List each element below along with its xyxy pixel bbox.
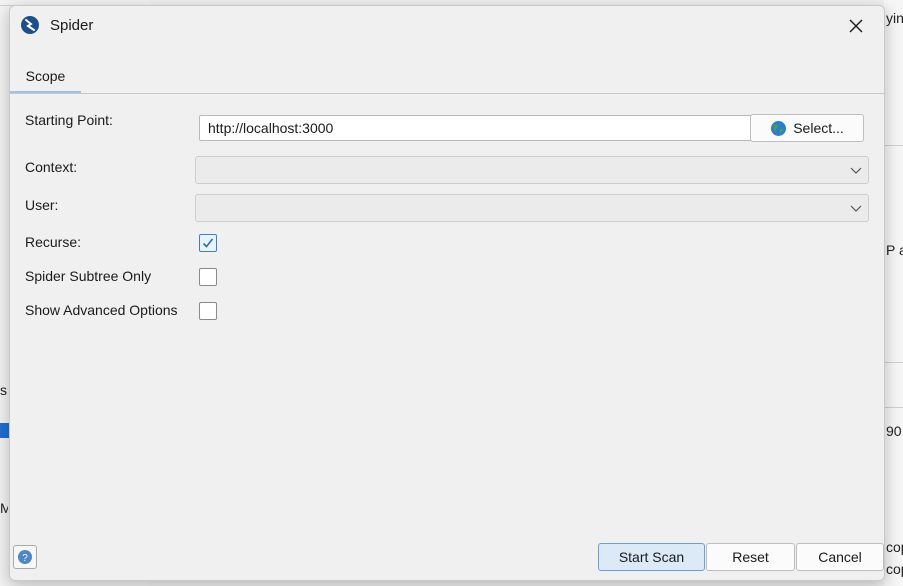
background-text: M xyxy=(0,500,8,516)
user-label: User: xyxy=(25,197,59,213)
reset-button[interactable]: Reset xyxy=(706,543,795,571)
globe-icon xyxy=(771,120,787,136)
background-right-panel xyxy=(884,0,903,586)
tab-divider xyxy=(10,93,884,94)
background-text: cop xyxy=(886,539,903,555)
recurse-label: Recurse: xyxy=(25,234,82,250)
title-bar: Spider xyxy=(10,6,884,46)
background-text: cop xyxy=(886,561,903,577)
background-text: P ar xyxy=(886,242,903,258)
recurse-checkbox[interactable] xyxy=(199,234,217,252)
user-dropdown[interactable] xyxy=(195,194,869,222)
background-text: ying xyxy=(886,10,903,26)
subtree-only-checkbox[interactable] xyxy=(199,268,217,286)
spider-dialog: Spider Scope Starting Point: http://loca… xyxy=(9,5,885,581)
spider-app-icon xyxy=(20,15,40,35)
advanced-options-label: Show Advanced Options xyxy=(25,302,178,318)
background-selection-highlight xyxy=(0,423,9,438)
chevron-down-icon xyxy=(850,201,862,217)
background-text: s xyxy=(0,382,7,398)
subtree-only-label: Spider Subtree Only xyxy=(25,268,152,284)
select-button-label: Select... xyxy=(793,120,844,136)
cancel-button[interactable]: Cancel xyxy=(796,543,884,571)
start-scan-button[interactable]: Start Scan xyxy=(598,543,705,571)
help-icon: ? xyxy=(18,550,32,564)
context-label: Context: xyxy=(25,159,78,175)
starting-point-label: Starting Point: xyxy=(25,112,113,128)
close-button[interactable] xyxy=(840,12,872,40)
checkmark-icon xyxy=(202,238,214,248)
background-divider xyxy=(884,362,903,363)
background-divider xyxy=(884,145,903,146)
advanced-options-checkbox[interactable] xyxy=(199,302,217,320)
help-button[interactable]: ? xyxy=(13,545,37,569)
background-divider xyxy=(884,407,903,408)
tab-scope[interactable]: Scope xyxy=(10,58,81,94)
background-text: 90 xyxy=(886,423,902,439)
close-icon xyxy=(849,19,863,33)
starting-point-input[interactable]: http://localhost:3000 xyxy=(199,115,755,141)
select-button[interactable]: Select... xyxy=(750,114,864,142)
chevron-down-icon xyxy=(850,163,862,179)
dialog-title: Spider xyxy=(50,17,94,34)
context-dropdown[interactable] xyxy=(195,156,869,184)
svg-text:?: ? xyxy=(22,553,28,564)
